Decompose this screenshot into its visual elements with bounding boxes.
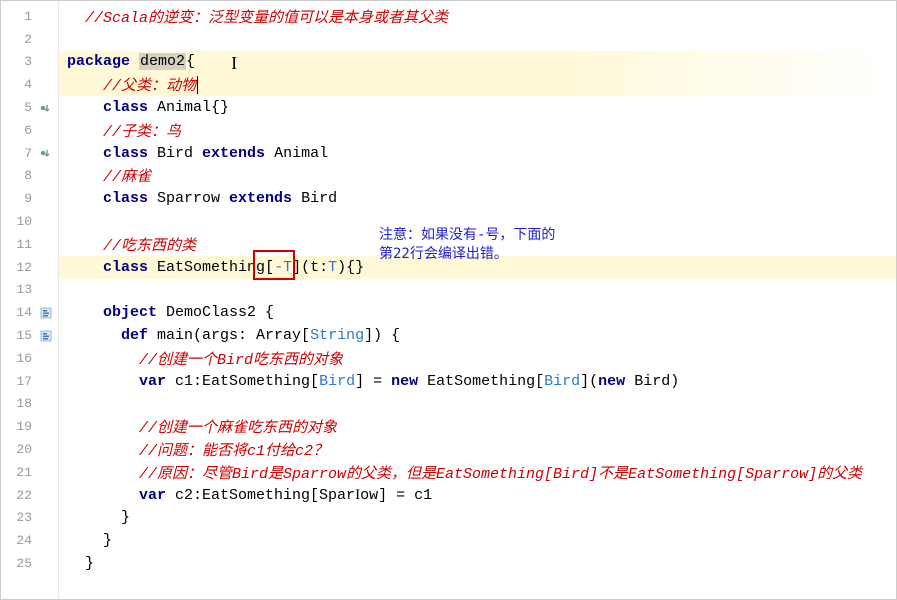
type-parameter: -T (274, 259, 292, 276)
line-number: 9 (4, 191, 36, 206)
code-line[interactable]: //创建一个Bird吃东西的对象 (59, 347, 896, 370)
code-line[interactable]: var c1:EatSomething[Bird] = new EatSomet… (59, 370, 896, 393)
code-area[interactable]: //Scala的逆变：泛型变量的值可以是本身或者其父类 package demo… (59, 1, 896, 599)
text-caret-icon (197, 76, 198, 94)
line-number: 25 (4, 556, 36, 571)
code-line[interactable]: var c2:EatSomething[SparIow] = c1 (59, 484, 896, 507)
implements-marker-icon[interactable] (36, 102, 56, 114)
comment-text: //问题：能否将c1付给c2？ (139, 439, 328, 460)
annotation-callout: 注意：如果没有-号，下面的第22行会编译出错。 (379, 226, 559, 264)
implements-marker-icon[interactable] (36, 147, 56, 159)
keyword: var (139, 373, 166, 390)
keyword: class (103, 145, 148, 162)
keyword: object (103, 304, 157, 321)
line-number: 8 (4, 168, 36, 183)
keyword: extends (202, 145, 265, 162)
line-number: 16 (4, 351, 36, 366)
line-number: 19 (4, 419, 36, 434)
comment-text: //麻雀 (103, 165, 151, 186)
code-editor: 1 2 3 4 5 6 7 8 9 10 11 12 13 14 15 16 1… (0, 0, 897, 600)
keyword: class (103, 190, 148, 207)
line-number: 17 (4, 374, 36, 389)
keyword: def (121, 327, 148, 344)
code-line[interactable]: //麻雀 (59, 165, 896, 188)
code-line[interactable]: def main(args: Array[String]) { (59, 324, 896, 347)
type-reference: String (310, 327, 364, 344)
code-line[interactable]: class Sparrow extends Bird (59, 187, 896, 210)
code-line[interactable]: package demo2{ I (59, 51, 896, 74)
fold-marker-icon[interactable] (36, 307, 56, 319)
line-number: 23 (4, 510, 36, 525)
keyword: package (67, 53, 130, 70)
line-number: 21 (4, 465, 36, 480)
text-cursor-ibeam-icon: I (231, 53, 237, 74)
line-number: 11 (4, 237, 36, 252)
keyword: new (391, 373, 418, 390)
code-line[interactable]: class Animal{} (59, 96, 896, 119)
code-line[interactable] (59, 28, 896, 51)
type-reference: T (328, 259, 337, 276)
fold-marker-icon[interactable] (36, 330, 56, 342)
line-number: 5 (4, 100, 36, 115)
keyword: class (103, 99, 148, 116)
comment-text: //吃东西的类 (103, 234, 196, 255)
code-line[interactable]: //原因：尽管Bird是Sparrow的父类，但是EatSomething[Bi… (59, 461, 896, 484)
keyword: var (139, 487, 166, 504)
line-number: 1 (4, 9, 36, 24)
line-number: 3 (4, 54, 36, 69)
line-number: 22 (4, 488, 36, 503)
code-line[interactable] (59, 393, 896, 416)
line-number: 10 (4, 214, 36, 229)
comment-text: //原因：尽管Bird是Sparrow的父类，但是EatSomething[Bi… (139, 462, 862, 483)
line-number: 13 (4, 282, 36, 297)
gutter: 1 2 3 4 5 6 7 8 9 10 11 12 13 14 15 16 1… (1, 1, 59, 599)
code-line[interactable]: //Scala的逆变：泛型变量的值可以是本身或者其父类 (59, 5, 896, 28)
line-number: 6 (4, 123, 36, 138)
code-line[interactable]: } (59, 529, 896, 552)
code-line[interactable]: } (59, 552, 896, 575)
line-number: 18 (4, 396, 36, 411)
comment-text: //父类：动物 (103, 74, 196, 95)
line-number: 14 (4, 305, 36, 320)
code-line[interactable]: //子类：鸟 (59, 119, 896, 142)
code-line[interactable]: } (59, 507, 896, 530)
type-reference: Bird (319, 373, 355, 390)
code-line[interactable]: //创建一个麻雀吃东西的对象 (59, 415, 896, 438)
code-line[interactable] (59, 279, 896, 302)
code-line[interactable]: //问题：能否将c1付给c2？ (59, 438, 896, 461)
line-number: 7 (4, 146, 36, 161)
code-line[interactable]: object DemoClass2 { (59, 301, 896, 324)
line-number: 2 (4, 32, 36, 47)
line-number: 24 (4, 533, 36, 548)
identifier-highlight: demo2 (139, 53, 186, 70)
comment-text: //子类：鸟 (103, 120, 181, 141)
comment-text: //创建一个Bird吃东西的对象 (139, 348, 343, 369)
line-number: 4 (4, 77, 36, 92)
line-number: 12 (4, 260, 36, 275)
code-line[interactable]: class Bird extends Animal (59, 142, 896, 165)
code-line[interactable]: //父类：动物 (59, 73, 896, 96)
line-number: 15 (4, 328, 36, 343)
line-number: 20 (4, 442, 36, 457)
comment-text: //Scala的逆变：泛型变量的值可以是本身或者其父类 (85, 6, 448, 27)
comment-text: //创建一个麻雀吃东西的对象 (139, 416, 337, 437)
keyword: new (598, 373, 625, 390)
type-reference: Bird (544, 373, 580, 390)
keyword: extends (229, 190, 292, 207)
keyword: class (103, 259, 148, 276)
